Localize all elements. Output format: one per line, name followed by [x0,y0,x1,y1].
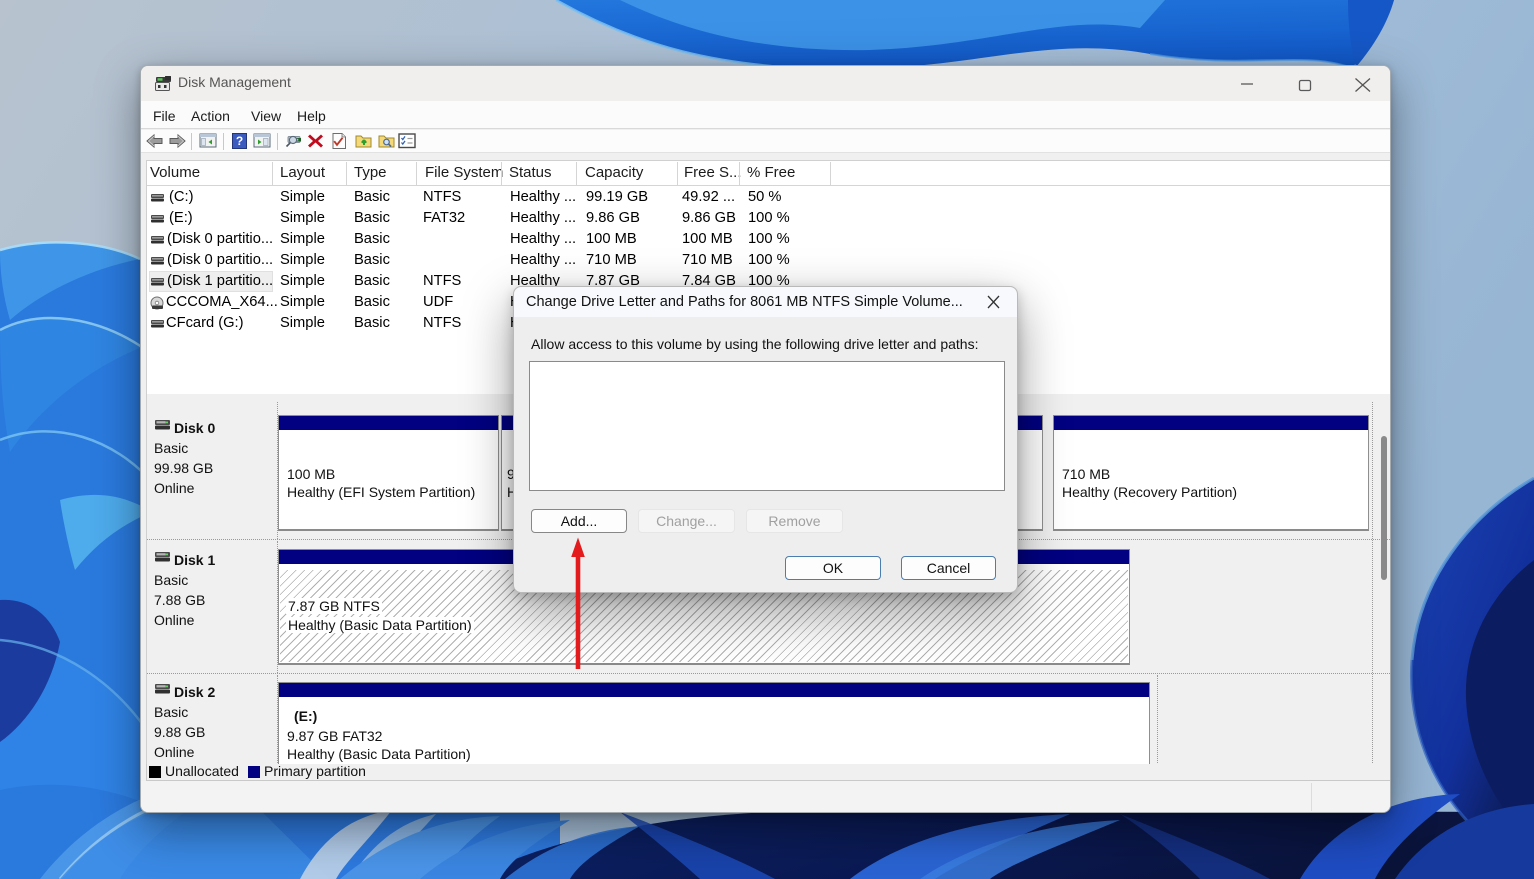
svg-text:?: ? [236,134,243,148]
